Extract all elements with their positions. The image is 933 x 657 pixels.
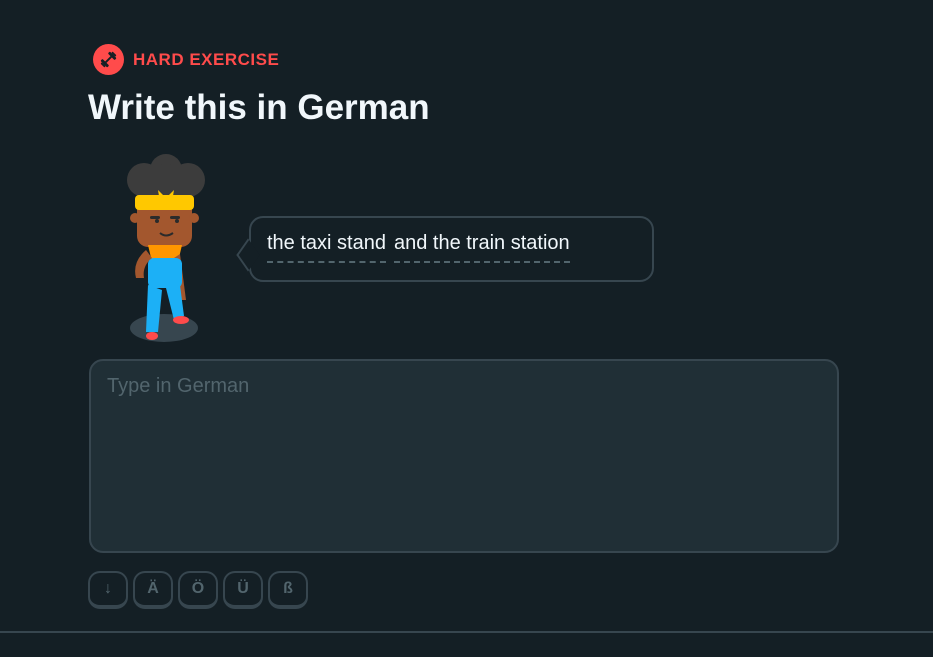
prompt-token[interactable]: the taxi stand <box>267 232 386 263</box>
page-title: Write this in German <box>88 88 430 127</box>
char-key-o-umlaut[interactable]: Ö <box>178 571 218 609</box>
prompt-sentence: the taxi stand and the train station <box>267 232 570 263</box>
collapse-keyboard-button[interactable]: ↓ <box>88 571 128 609</box>
footer-divider <box>0 631 933 633</box>
special-characters-bar: ↓ Ä Ö Ü ß <box>88 571 308 609</box>
dumbbell-icon <box>93 44 124 75</box>
prompt-token[interactable]: and the train station <box>393 232 570 263</box>
exercise-badge-label: HARD EXERCISE <box>133 49 280 69</box>
char-key-eszett[interactable]: ß <box>268 571 308 609</box>
char-key-u-umlaut[interactable]: Ü <box>223 571 263 609</box>
speech-bubble-tail <box>236 238 260 272</box>
prompt-speech-bubble: the taxi stand and the train station <box>236 216 654 282</box>
answer-input[interactable] <box>89 359 839 553</box>
exercise-badge: HARD EXERCISE <box>93 44 279 75</box>
char-key-a-umlaut[interactable]: Ä <box>133 571 173 609</box>
character-illustration <box>118 150 213 350</box>
